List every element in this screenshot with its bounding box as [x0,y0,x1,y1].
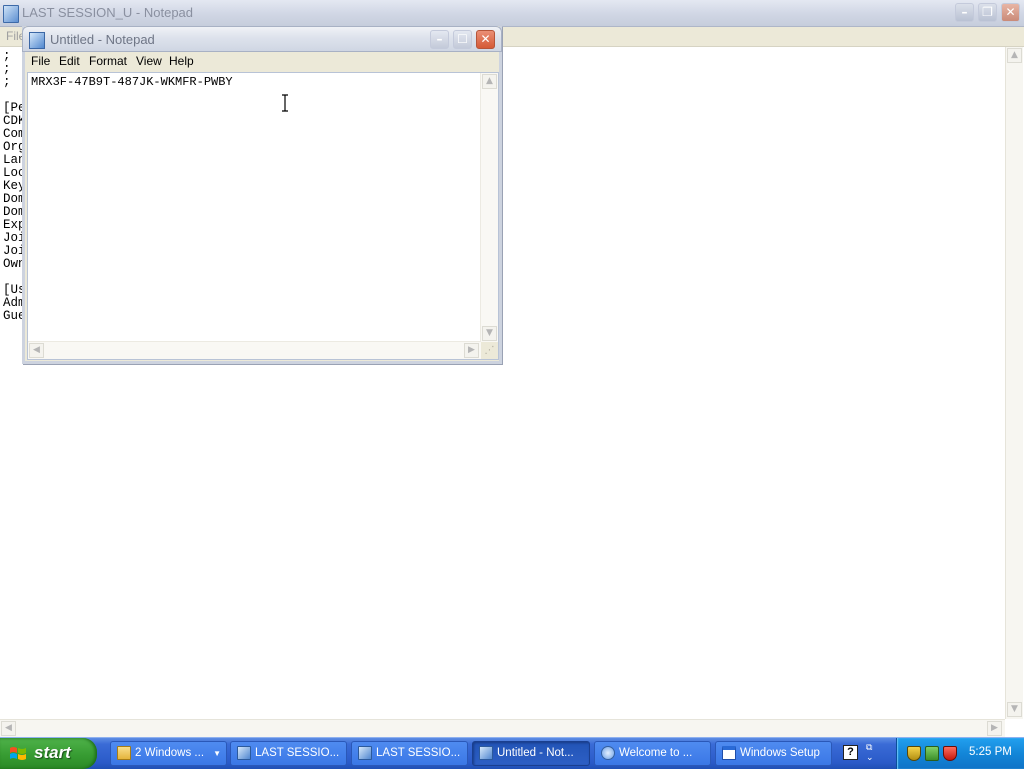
taskbar-button-last-session-1[interactable]: LAST SESSIO... [230,741,347,766]
text-cursor-icon [282,94,288,112]
scroll-right-arrow[interactable]: ▶ [987,721,1002,736]
taskbar-button-label: LAST SESSIO... [376,747,461,759]
menu-edit[interactable]: Edit [59,54,80,68]
notepad-icon [237,746,251,760]
menu-format[interactable]: Format [89,54,127,68]
scroll-up-arrow[interactable]: ▲ [1007,48,1022,63]
notepad-window: Untitled - Notepad – ☐ ✕ File Edit Forma… [22,26,502,364]
taskbar-button-last-session-2[interactable]: LAST SESSIO... [351,741,468,766]
chevron-down-icon: ▼ [213,749,221,758]
background-window-titlebar[interactable]: LAST SESSION_U - Notepad – ❐ ✕ [0,0,1024,27]
resize-grip-icon[interactable]: ⋰ [481,342,498,359]
background-window-title: LAST SESSION_U - Notepad [22,5,194,20]
notepad-icon [3,5,19,23]
windows-logo-icon [10,747,26,760]
taskbar-button-untitled-notepad[interactable]: Untitled - Not... [472,741,590,766]
maximize-button[interactable]: ☐ [453,30,472,49]
window-icon [722,746,736,760]
scroll-left-arrow[interactable]: ◀ [1,721,16,736]
notepad-title: Untitled - Notepad [50,32,155,47]
notepad-titlebar[interactable]: Untitled - Notepad – ☐ ✕ [22,26,502,52]
notepad-menubar: File Edit Format View Help [25,52,499,72]
chevron-expand-icon[interactable]: ⧉ ⌄ [866,742,874,762]
scroll-up-arrow[interactable]: ▲ [482,74,497,89]
minimize-button[interactable]: – [430,30,449,49]
close-button[interactable]: ✕ [476,30,495,49]
taskbar: start 2 Windows ... ▼ LAST SESSIO... LAS… [0,737,1024,769]
security-alert-icon[interactable] [943,746,957,761]
scroll-right-arrow[interactable]: ▶ [464,343,479,358]
welcome-icon [601,746,615,760]
notepad-text-area[interactable]: MRX3F-47B9T-487JK-WKMFR-PWBY ▲ ▼ ◀ ▶ ⋰ [27,72,499,360]
help-icon[interactable]: ? [843,745,858,760]
start-button[interactable]: start [0,738,97,769]
vertical-scrollbar[interactable]: ▲ ▼ [1005,47,1023,719]
close-button[interactable]: ✕ [1001,3,1020,22]
scroll-down-arrow[interactable]: ▼ [1007,702,1022,717]
menu-help[interactable]: Help [169,54,194,68]
vertical-scrollbar[interactable]: ▲ ▼ [480,73,498,342]
taskbar-button-label: Untitled - Not... [497,747,574,759]
minimize-button[interactable]: – [955,3,974,22]
horizontal-scrollbar[interactable]: ◀ ▶ [0,719,1005,737]
notepad-icon [479,746,493,760]
network-icon[interactable] [925,746,939,761]
notepad-icon [29,32,45,49]
scroll-left-arrow[interactable]: ◀ [29,343,44,358]
clock[interactable]: 5:25 PM [969,746,1012,758]
security-shield-icon[interactable] [907,746,921,761]
start-label: start [34,743,71,762]
taskbar-button-windows-setup[interactable]: Windows Setup [715,741,832,766]
taskbar-button-label: Welcome to ... [619,747,693,759]
notepad-icon [358,746,372,760]
taskbar-button-label: 2 Windows ... [135,747,205,759]
taskbar-button-label: LAST SESSIO... [255,747,340,759]
scroll-down-arrow[interactable]: ▼ [482,326,497,341]
taskbar-button-welcome[interactable]: Welcome to ... [594,741,711,766]
horizontal-scrollbar[interactable]: ◀ ▶ [28,341,481,359]
restore-button[interactable]: ❐ [978,3,997,22]
notepad-content: MRX3F-47B9T-487JK-WKMFR-PWBY [31,75,233,89]
taskbar-button-label: Windows Setup [740,747,820,759]
taskbar-button-windows-group[interactable]: 2 Windows ... ▼ [110,741,227,766]
system-tray: 5:25 PM [896,738,1024,769]
folder-icon [117,746,131,760]
menu-file[interactable]: File [31,54,50,68]
menu-view[interactable]: View [136,54,162,68]
